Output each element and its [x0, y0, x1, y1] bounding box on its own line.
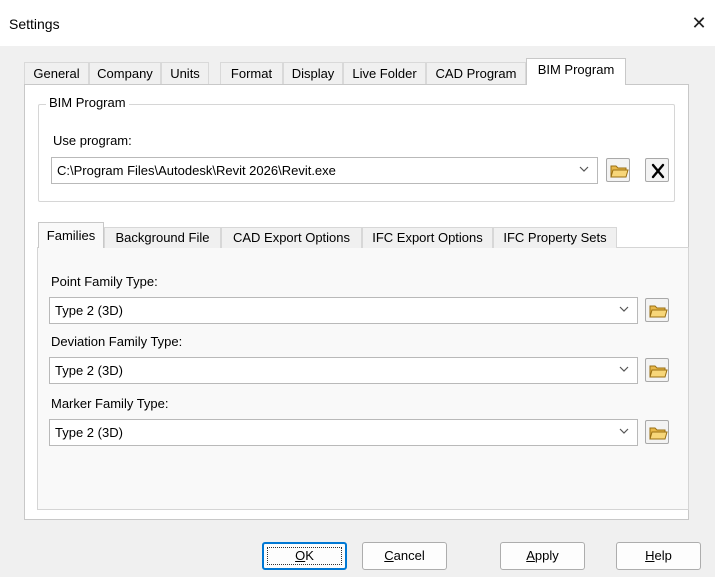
use-program-label: Use program: — [53, 133, 132, 148]
deviation-family-type-label: Deviation Family Type: — [51, 334, 183, 349]
tab-company[interactable]: Company — [89, 62, 161, 84]
deviation-family-type-dropdown[interactable]: Type 2 (3D) — [49, 357, 638, 384]
chevron-down-icon — [579, 166, 589, 172]
bim-program-groupbox — [38, 104, 675, 202]
tab-units[interactable]: Units — [161, 62, 209, 84]
marker-family-type-dropdown[interactable]: Type 2 (3D) — [49, 419, 638, 446]
x-clear-icon — [651, 163, 665, 179]
chevron-down-icon — [619, 366, 629, 372]
focus-rectangle — [267, 547, 342, 565]
tab-cad-export-options[interactable]: CAD Export Options — [221, 227, 362, 248]
tab-families[interactable]: Families — [38, 222, 104, 248]
chevron-down-icon — [619, 306, 629, 312]
tab-ifc-property-sets[interactable]: IFC Property Sets — [493, 227, 617, 248]
deviation-family-type-value: Type 2 (3D) — [55, 363, 123, 378]
point-family-type-dropdown[interactable]: Type 2 (3D) — [49, 297, 638, 324]
tab-display[interactable]: Display — [283, 62, 343, 84]
clear-program-button[interactable] — [645, 158, 669, 182]
apply-label-rest: pply — [534, 548, 559, 563]
folder-open-icon — [610, 165, 629, 178]
tab-cad-program[interactable]: CAD Program — [426, 62, 526, 84]
apply-mnemonic: A — [526, 548, 535, 563]
tab-bim-program[interactable]: BIM Program — [526, 58, 626, 85]
help-button[interactable]: Help — [616, 542, 701, 570]
tab-live-folder[interactable]: Live Folder — [343, 62, 426, 84]
folder-open-icon — [649, 365, 668, 378]
point-family-type-value: Type 2 (3D) — [55, 303, 123, 318]
marker-family-type-value: Type 2 (3D) — [55, 425, 123, 440]
program-path-dropdown[interactable]: C:\Program Files\Autodesk\Revit 2026\Rev… — [51, 157, 598, 184]
marker-family-type-label: Marker Family Type: — [51, 396, 169, 411]
browse-marker-family-button[interactable] — [645, 420, 669, 444]
browse-point-family-button[interactable] — [645, 298, 669, 322]
browse-deviation-family-button[interactable] — [645, 358, 669, 382]
help-label-rest: elp — [654, 548, 672, 563]
cancel-button[interactable]: Cancel — [362, 542, 447, 570]
bim-program-group-label: BIM Program — [46, 95, 129, 110]
cancel-mnemonic: C — [384, 548, 394, 563]
title-bar: Settings ✕ — [0, 0, 715, 46]
close-icon[interactable]: ✕ — [687, 11, 711, 35]
browse-program-button[interactable] — [606, 158, 630, 182]
folder-open-icon — [649, 305, 668, 318]
tab-format[interactable]: Format — [220, 62, 283, 84]
tab-background-file[interactable]: Background File — [104, 227, 221, 248]
chevron-down-icon — [619, 428, 629, 434]
program-path-value: C:\Program Files\Autodesk\Revit 2026\Rev… — [57, 163, 336, 178]
folder-open-icon — [649, 427, 668, 440]
apply-button[interactable]: Apply — [500, 542, 585, 570]
help-mnemonic: H — [645, 548, 655, 563]
point-family-type-label: Point Family Type: — [51, 274, 158, 289]
tab-ifc-export-options[interactable]: IFC Export Options — [362, 227, 493, 248]
cancel-label-rest: ancel — [393, 548, 425, 563]
ok-button[interactable]: OK — [262, 542, 347, 570]
window-title: Settings — [9, 16, 60, 32]
tab-general[interactable]: General — [24, 62, 89, 84]
